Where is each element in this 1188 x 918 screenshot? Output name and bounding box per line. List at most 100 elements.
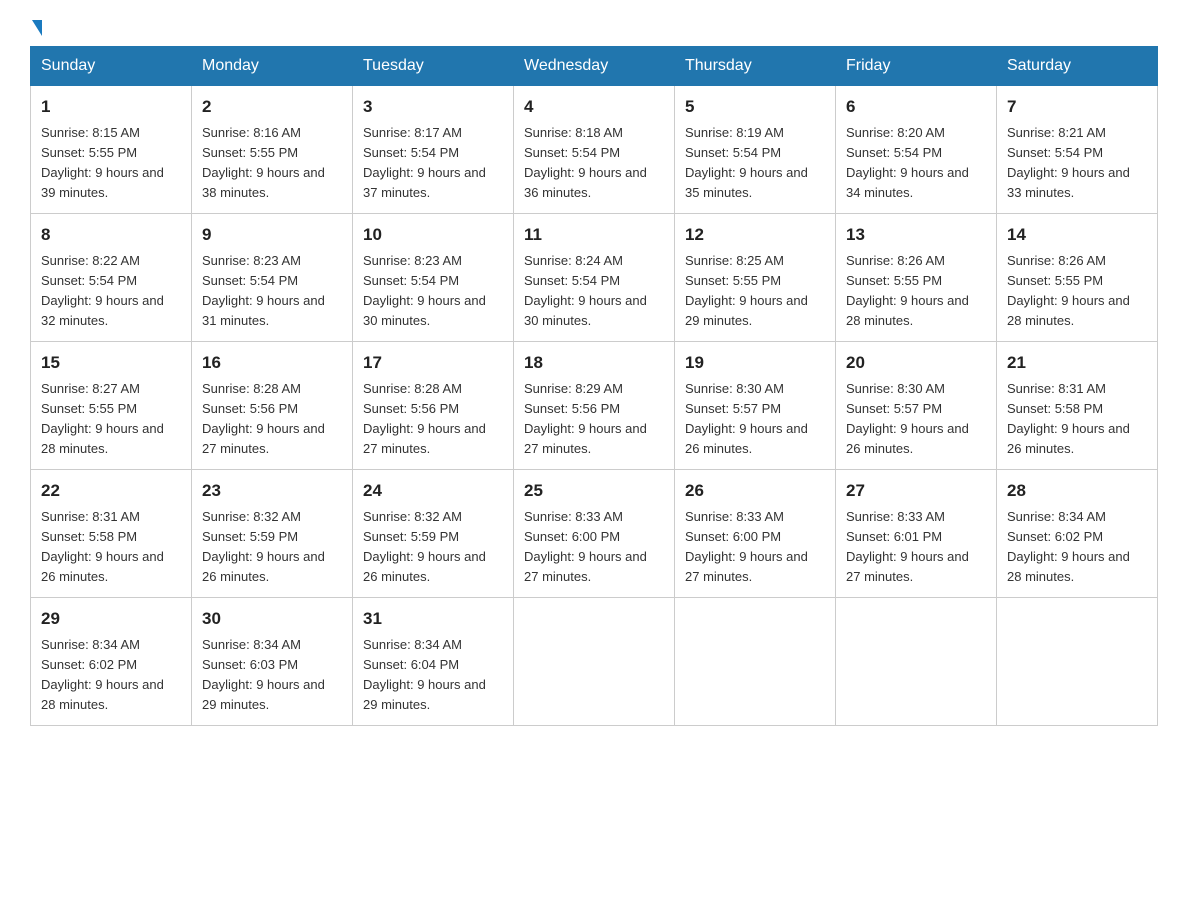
calendar-cell: 9 Sunrise: 8:23 AMSunset: 5:54 PMDaylight… xyxy=(192,214,353,342)
day-number: 1 xyxy=(41,94,181,120)
day-info: Sunrise: 8:18 AMSunset: 5:54 PMDaylight:… xyxy=(524,125,647,200)
calendar-header-row: SundayMondayTuesdayWednesdayThursdayFrid… xyxy=(31,47,1158,86)
calendar-cell: 25Sunrise: 8:33 AMSunset: 6:00 PMDayligh… xyxy=(514,470,675,598)
calendar-cell xyxy=(836,598,997,726)
calendar-cell: 1 Sunrise: 8:15 AMSunset: 5:55 PMDaylight… xyxy=(31,86,192,214)
day-number: 29 xyxy=(41,606,181,632)
column-header-tuesday: Tuesday xyxy=(353,47,514,86)
day-number: 25 xyxy=(524,478,664,504)
calendar-cell: 5 Sunrise: 8:19 AMSunset: 5:54 PMDaylight… xyxy=(675,86,836,214)
day-number: 3 xyxy=(363,94,503,120)
day-number: 31 xyxy=(363,606,503,632)
logo xyxy=(30,20,42,36)
calendar-cell: 8 Sunrise: 8:22 AMSunset: 5:54 PMDaylight… xyxy=(31,214,192,342)
day-info: Sunrise: 8:29 AMSunset: 5:56 PMDaylight:… xyxy=(524,381,647,456)
day-info: Sunrise: 8:34 AMSunset: 6:02 PMDaylight:… xyxy=(41,637,164,712)
calendar-cell: 7 Sunrise: 8:21 AMSunset: 5:54 PMDaylight… xyxy=(997,86,1158,214)
calendar-cell: 12Sunrise: 8:25 AMSunset: 5:55 PMDayligh… xyxy=(675,214,836,342)
calendar-cell: 22 Sunrise: 8:31 AMSunset: 5:58 PMDayligh… xyxy=(31,470,192,598)
calendar-cell: 10 Sunrise: 8:23 AMSunset: 5:54 PMDayligh… xyxy=(353,214,514,342)
calendar-cell: 17 Sunrise: 8:28 AMSunset: 5:56 PMDayligh… xyxy=(353,342,514,470)
calendar-week-row: 29 Sunrise: 8:34 AMSunset: 6:02 PMDayligh… xyxy=(31,598,1158,726)
day-info: Sunrise: 8:32 AMSunset: 5:59 PMDaylight:… xyxy=(363,509,486,584)
calendar-week-row: 1 Sunrise: 8:15 AMSunset: 5:55 PMDaylight… xyxy=(31,86,1158,214)
calendar-table: SundayMondayTuesdayWednesdayThursdayFrid… xyxy=(30,46,1158,726)
calendar-cell: 13 Sunrise: 8:26 AMSunset: 5:55 PMDayligh… xyxy=(836,214,997,342)
calendar-cell: 28 Sunrise: 8:34 AMSunset: 6:02 PMDayligh… xyxy=(997,470,1158,598)
calendar-cell: 23 Sunrise: 8:32 AMSunset: 5:59 PMDayligh… xyxy=(192,470,353,598)
calendar-cell: 31 Sunrise: 8:34 AMSunset: 6:04 PMDayligh… xyxy=(353,598,514,726)
day-info: Sunrise: 8:19 AMSunset: 5:54 PMDaylight:… xyxy=(685,125,808,200)
day-number: 4 xyxy=(524,94,664,120)
day-number: 20 xyxy=(846,350,986,376)
calendar-cell: 18 Sunrise: 8:29 AMSunset: 5:56 PMDayligh… xyxy=(514,342,675,470)
day-number: 12 xyxy=(685,222,825,248)
day-number: 21 xyxy=(1007,350,1147,376)
day-info: Sunrise: 8:27 AMSunset: 5:55 PMDaylight:… xyxy=(41,381,164,456)
calendar-cell xyxy=(675,598,836,726)
day-info: Sunrise: 8:28 AMSunset: 5:56 PMDaylight:… xyxy=(363,381,486,456)
column-header-friday: Friday xyxy=(836,47,997,86)
calendar-cell: 6 Sunrise: 8:20 AMSunset: 5:54 PMDaylight… xyxy=(836,86,997,214)
calendar-cell: 21 Sunrise: 8:31 AMSunset: 5:58 PMDayligh… xyxy=(997,342,1158,470)
day-info: Sunrise: 8:34 AMSunset: 6:04 PMDaylight:… xyxy=(363,637,486,712)
calendar-cell: 11Sunrise: 8:24 AMSunset: 5:54 PMDayligh… xyxy=(514,214,675,342)
day-info: Sunrise: 8:15 AMSunset: 5:55 PMDaylight:… xyxy=(41,125,164,200)
day-info: Sunrise: 8:33 AMSunset: 6:01 PMDaylight:… xyxy=(846,509,969,584)
day-info: Sunrise: 8:31 AMSunset: 5:58 PMDaylight:… xyxy=(41,509,164,584)
day-info: Sunrise: 8:16 AMSunset: 5:55 PMDaylight:… xyxy=(202,125,325,200)
day-info: Sunrise: 8:34 AMSunset: 6:02 PMDaylight:… xyxy=(1007,509,1130,584)
day-number: 23 xyxy=(202,478,342,504)
day-number: 5 xyxy=(685,94,825,120)
day-info: Sunrise: 8:26 AMSunset: 5:55 PMDaylight:… xyxy=(846,253,969,328)
day-info: Sunrise: 8:22 AMSunset: 5:54 PMDaylight:… xyxy=(41,253,164,328)
calendar-cell: 19 Sunrise: 8:30 AMSunset: 5:57 PMDayligh… xyxy=(675,342,836,470)
column-header-thursday: Thursday xyxy=(675,47,836,86)
day-number: 13 xyxy=(846,222,986,248)
day-number: 14 xyxy=(1007,222,1147,248)
calendar-cell: 2 Sunrise: 8:16 AMSunset: 5:55 PMDaylight… xyxy=(192,86,353,214)
calendar-cell: 26 Sunrise: 8:33 AMSunset: 6:00 PMDayligh… xyxy=(675,470,836,598)
day-number: 22 xyxy=(41,478,181,504)
day-number: 19 xyxy=(685,350,825,376)
day-number: 30 xyxy=(202,606,342,632)
day-number: 8 xyxy=(41,222,181,248)
day-number: 17 xyxy=(363,350,503,376)
day-number: 28 xyxy=(1007,478,1147,504)
day-number: 7 xyxy=(1007,94,1147,120)
day-info: Sunrise: 8:32 AMSunset: 5:59 PMDaylight:… xyxy=(202,509,325,584)
calendar-cell: 3 Sunrise: 8:17 AMSunset: 5:54 PMDaylight… xyxy=(353,86,514,214)
day-info: Sunrise: 8:17 AMSunset: 5:54 PMDaylight:… xyxy=(363,125,486,200)
day-info: Sunrise: 8:23 AMSunset: 5:54 PMDaylight:… xyxy=(202,253,325,328)
day-info: Sunrise: 8:33 AMSunset: 6:00 PMDaylight:… xyxy=(685,509,808,584)
day-info: Sunrise: 8:28 AMSunset: 5:56 PMDaylight:… xyxy=(202,381,325,456)
calendar-cell: 16Sunrise: 8:28 AMSunset: 5:56 PMDayligh… xyxy=(192,342,353,470)
day-number: 10 xyxy=(363,222,503,248)
day-info: Sunrise: 8:21 AMSunset: 5:54 PMDaylight:… xyxy=(1007,125,1130,200)
calendar-cell xyxy=(997,598,1158,726)
column-header-wednesday: Wednesday xyxy=(514,47,675,86)
day-number: 27 xyxy=(846,478,986,504)
day-info: Sunrise: 8:23 AMSunset: 5:54 PMDaylight:… xyxy=(363,253,486,328)
day-number: 26 xyxy=(685,478,825,504)
calendar-cell: 20Sunrise: 8:30 AMSunset: 5:57 PMDayligh… xyxy=(836,342,997,470)
day-number: 6 xyxy=(846,94,986,120)
calendar-cell: 15Sunrise: 8:27 AMSunset: 5:55 PMDayligh… xyxy=(31,342,192,470)
day-number: 2 xyxy=(202,94,342,120)
calendar-week-row: 15Sunrise: 8:27 AMSunset: 5:55 PMDayligh… xyxy=(31,342,1158,470)
day-info: Sunrise: 8:24 AMSunset: 5:54 PMDaylight:… xyxy=(524,253,647,328)
column-header-monday: Monday xyxy=(192,47,353,86)
day-info: Sunrise: 8:26 AMSunset: 5:55 PMDaylight:… xyxy=(1007,253,1130,328)
calendar-cell: 14 Sunrise: 8:26 AMSunset: 5:55 PMDayligh… xyxy=(997,214,1158,342)
day-info: Sunrise: 8:20 AMSunset: 5:54 PMDaylight:… xyxy=(846,125,969,200)
page-header xyxy=(30,20,1158,36)
day-number: 24 xyxy=(363,478,503,504)
calendar-cell: 24 Sunrise: 8:32 AMSunset: 5:59 PMDayligh… xyxy=(353,470,514,598)
calendar-cell: 4 Sunrise: 8:18 AMSunset: 5:54 PMDaylight… xyxy=(514,86,675,214)
column-header-saturday: Saturday xyxy=(997,47,1158,86)
day-info: Sunrise: 8:31 AMSunset: 5:58 PMDaylight:… xyxy=(1007,381,1130,456)
calendar-week-row: 22 Sunrise: 8:31 AMSunset: 5:58 PMDayligh… xyxy=(31,470,1158,598)
day-info: Sunrise: 8:30 AMSunset: 5:57 PMDaylight:… xyxy=(685,381,808,456)
day-number: 18 xyxy=(524,350,664,376)
day-number: 9 xyxy=(202,222,342,248)
